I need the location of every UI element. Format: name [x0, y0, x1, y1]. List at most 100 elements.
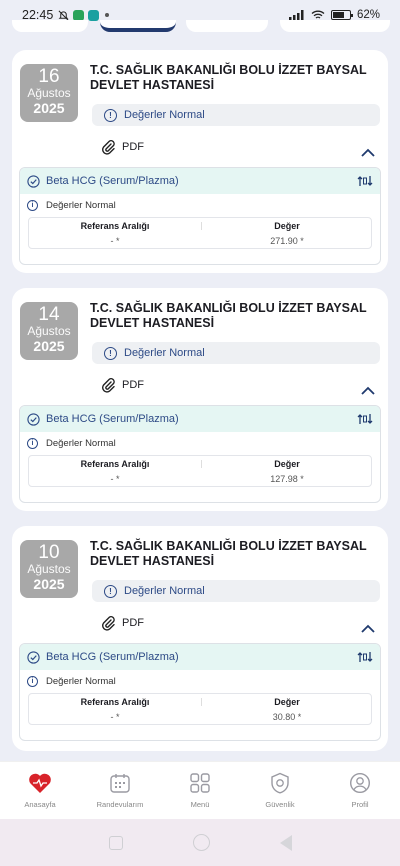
ref-header: Referans Aralığı	[80, 459, 150, 469]
top-tab[interactable]	[280, 20, 390, 32]
test-header[interactable]: Beta HCG (Serum/Plazma)	[20, 406, 380, 432]
test-header[interactable]: Beta HCG (Serum/Plazma)	[20, 168, 380, 194]
date-badge: 14 Ağustos 2025	[20, 302, 78, 360]
result-card[interactable]: 10 Ağustos 2025 T.C. SAĞLIK BAKANLIĞI BO…	[12, 526, 388, 751]
profile-icon	[349, 772, 371, 794]
date-year: 2025	[33, 338, 65, 354]
bell-off-icon	[58, 10, 69, 20]
test-name: Beta HCG (Serum/Plazma)	[46, 651, 179, 663]
dot-icon	[105, 13, 110, 17]
nav-item-profile[interactable]: Profil	[320, 762, 400, 819]
test-result: Beta HCG (Serum/Plazma) i Değerler Norma…	[19, 643, 381, 741]
bottom-navigation: Anasayfa Randevularım Menü Güvenlik Prof…	[0, 761, 400, 819]
result-value: 30.80 *	[272, 712, 302, 722]
ref-value: - *	[110, 712, 120, 722]
date-day: 16	[38, 66, 60, 87]
heart-icon	[29, 773, 51, 793]
pdf-label: PDF	[122, 141, 144, 153]
result-note: i Değerler Normal	[20, 432, 380, 454]
nav-item-security[interactable]: Güvenlik	[240, 762, 320, 819]
swap-arrows-icon[interactable]	[357, 413, 373, 425]
nav-label: Profil	[351, 800, 369, 809]
home-button[interactable]	[192, 834, 210, 851]
hospital-name: T.C. SAĞLIK BAKANLIĞI BOLU İZZET BAYSAL …	[90, 539, 367, 568]
info-icon: i	[27, 199, 38, 211]
pdf-button[interactable]: PDF	[100, 139, 144, 155]
note-text: Değerler Normal	[46, 437, 116, 449]
status-text: Değerler Normal	[124, 347, 205, 359]
status-text: Değerler Normal	[124, 109, 205, 121]
test-header[interactable]: Beta HCG (Serum/Plazma)	[20, 644, 380, 670]
app-notification-icon	[88, 9, 100, 21]
test-result: Beta HCG (Serum/Plazma) i Değerler Norma…	[19, 167, 381, 265]
reference-table: Referans Aralığı Değer - * 30.80 *	[28, 693, 372, 725]
paperclip-icon	[102, 140, 115, 155]
hospital-name: T.C. SAĞLIK BAKANLIĞI BOLU İZZET BAYSAL …	[90, 63, 367, 92]
result-value: 271.90 *	[270, 236, 304, 246]
battery-icon	[330, 10, 353, 20]
status-text: Değerler Normal	[124, 585, 205, 597]
grid-icon	[190, 773, 210, 793]
nav-label: Anasayfa	[24, 800, 56, 809]
pdf-button[interactable]: PDF	[100, 377, 144, 393]
info-icon: i	[27, 675, 38, 687]
info-icon: !	[104, 584, 117, 598]
date-year: 2025	[33, 576, 65, 592]
top-tab-active[interactable]	[100, 20, 176, 32]
whatsapp-icon	[73, 9, 85, 21]
note-text: Değerler Normal	[46, 675, 116, 687]
date-month: Ağustos	[27, 562, 71, 576]
date-month: Ağustos	[27, 324, 71, 338]
recents-button[interactable]	[108, 835, 123, 850]
date-day: 10	[38, 542, 60, 563]
nav-item-appointments[interactable]: Randevularım	[80, 762, 160, 819]
status-badge: ! Değerler Normal	[92, 580, 380, 602]
date-day: 14	[38, 304, 60, 325]
value-header: Değer	[274, 697, 300, 707]
result-value: 127.98 *	[270, 474, 304, 484]
pdf-button[interactable]: PDF	[100, 615, 144, 631]
result-card[interactable]: 14 Ağustos 2025 T.C. SAĞLIK BAKANLIĞI BO…	[12, 288, 388, 511]
value-header: Değer	[274, 459, 300, 469]
check-circle-icon	[27, 174, 40, 188]
nav-label: Menü	[190, 800, 210, 809]
wifi-icon	[311, 10, 325, 19]
date-badge: 16 Ağustos 2025	[20, 64, 78, 122]
chevron-up-icon[interactable]	[361, 624, 375, 633]
chevron-up-icon[interactable]	[361, 148, 375, 157]
nav-item-menu[interactable]: Menü	[160, 762, 240, 819]
ref-value: - *	[110, 236, 120, 246]
test-result: Beta HCG (Serum/Plazma) i Değerler Norma…	[19, 405, 381, 503]
signal-icon	[288, 10, 304, 20]
date-badge: 10 Ağustos 2025	[20, 540, 78, 598]
hospital-name: T.C. SAĞLIK BAKANLIĞI BOLU İZZET BAYSAL …	[90, 301, 367, 330]
ref-header: Referans Aralığı	[80, 221, 150, 231]
status-badge: ! Değerler Normal	[92, 104, 380, 126]
swap-arrows-icon[interactable]	[357, 175, 373, 187]
check-circle-icon	[27, 650, 40, 664]
note-text: Değerler Normal	[46, 199, 116, 211]
gear-shield-icon	[271, 772, 289, 794]
paperclip-icon	[102, 616, 115, 631]
info-icon: !	[104, 346, 117, 360]
paperclip-icon	[102, 378, 115, 393]
check-circle-icon	[27, 412, 40, 426]
result-card[interactable]: 16 Ağustos 2025 T.C. SAĞLIK BAKANLIĞI BO…	[12, 50, 388, 273]
top-tab[interactable]	[186, 20, 268, 32]
chevron-up-icon[interactable]	[361, 386, 375, 395]
reference-table: Referans Aralığı Değer - * 127.98 *	[28, 455, 372, 487]
reference-table: Referans Aralığı Değer - * 271.90 *	[28, 217, 372, 249]
back-button[interactable]	[279, 834, 292, 851]
nav-item-home[interactable]: Anasayfa	[0, 762, 80, 819]
calendar-icon	[110, 774, 130, 793]
date-year: 2025	[33, 100, 65, 116]
swap-arrows-icon[interactable]	[357, 651, 373, 663]
notification-icons	[58, 9, 110, 21]
top-tab-strip	[0, 20, 400, 36]
pdf-label: PDF	[122, 617, 144, 629]
nav-label: Güvenlik	[265, 800, 295, 809]
result-note: i Değerler Normal	[20, 670, 380, 692]
test-name: Beta HCG (Serum/Plazma)	[46, 175, 179, 187]
test-name: Beta HCG (Serum/Plazma)	[46, 413, 179, 425]
top-tab[interactable]	[12, 20, 88, 32]
